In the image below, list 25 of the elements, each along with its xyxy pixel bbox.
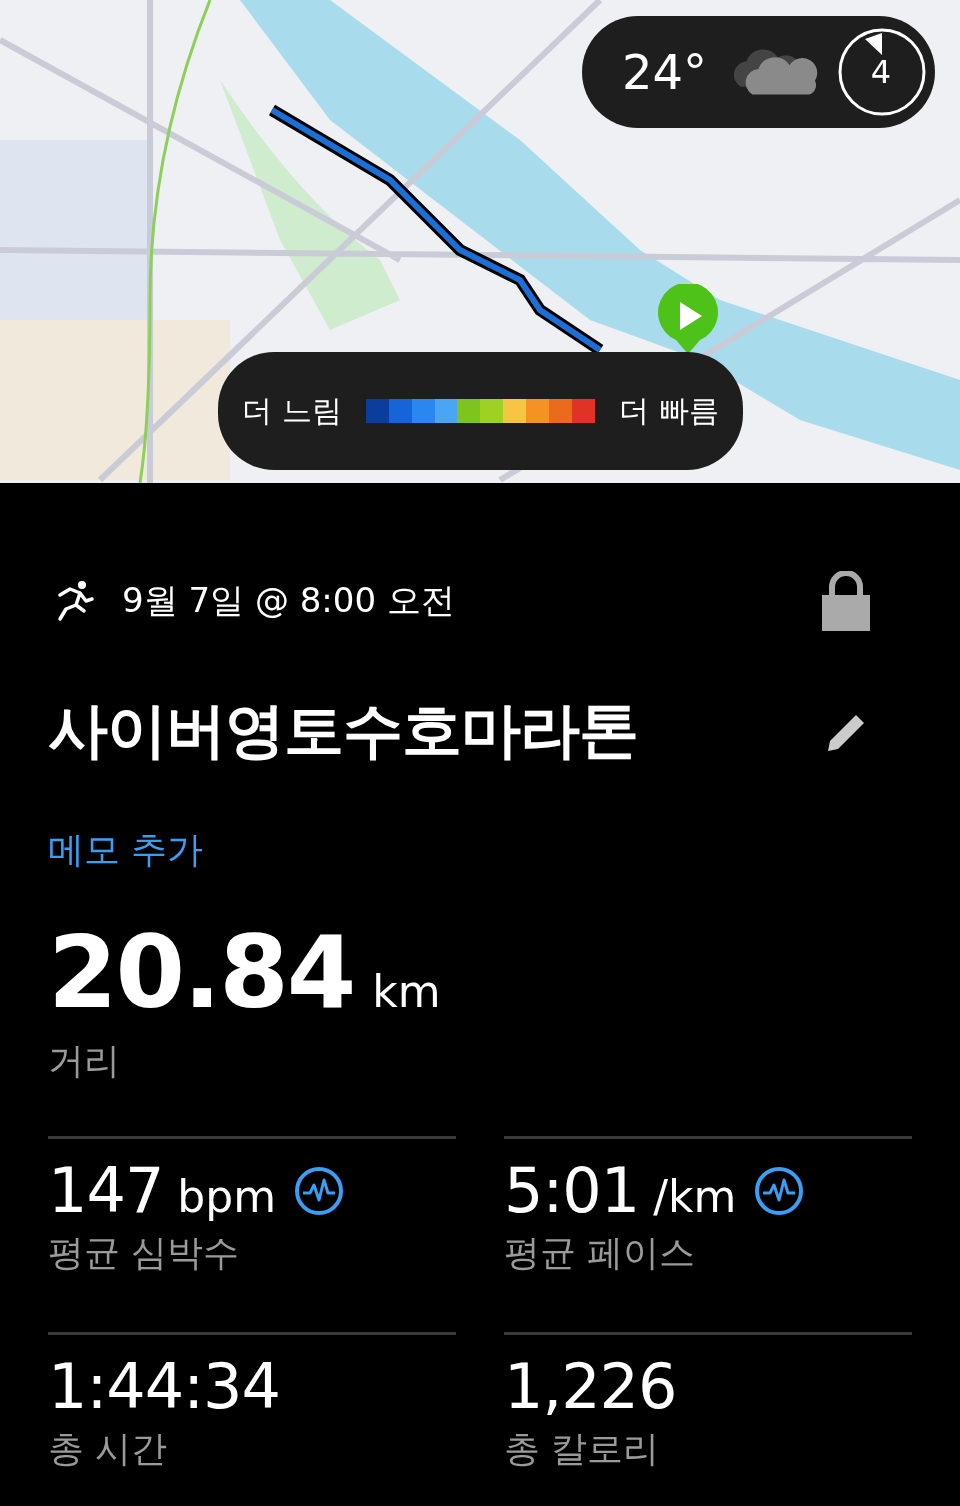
lock-icon[interactable]: [822, 571, 870, 631]
add-memo-link[interactable]: 메모 추가: [48, 826, 204, 875]
uv-index: 4: [870, 53, 892, 91]
activity-title: 사이버영토수호마라톤: [48, 694, 638, 767]
stat-unit: /km: [653, 1171, 737, 1222]
temperature: 24°: [622, 44, 708, 100]
stat-value: 1:44:34: [48, 1353, 280, 1422]
distance-unit: km: [372, 966, 441, 1017]
weather-widget[interactable]: 24° 4: [582, 16, 935, 128]
uv-gauge-icon: [836, 27, 927, 117]
slow-label: 더 느림: [242, 391, 342, 430]
stat-label: 총 시간: [48, 1427, 169, 1472]
stat-unit: bpm: [177, 1171, 277, 1222]
stat-value: 5:01: [504, 1157, 640, 1226]
heartbeat-icon[interactable]: [754, 1166, 805, 1217]
fast-label: 더 빠름: [619, 391, 719, 430]
heartbeat-icon[interactable]: [294, 1166, 345, 1217]
activity-date: 9월 7일 @ 8:00 오전: [122, 579, 455, 622]
distance-label: 거리: [48, 1039, 121, 1083]
stat-value: 1,226: [504, 1353, 677, 1422]
stat-label: 평균 심박수: [48, 1231, 241, 1276]
stat-label: 총 칼로리: [504, 1427, 661, 1472]
stat-label: 평균 페이스: [504, 1231, 697, 1276]
distance-value: 20.84: [48, 923, 355, 1023]
stat-value: 147: [48, 1157, 164, 1226]
